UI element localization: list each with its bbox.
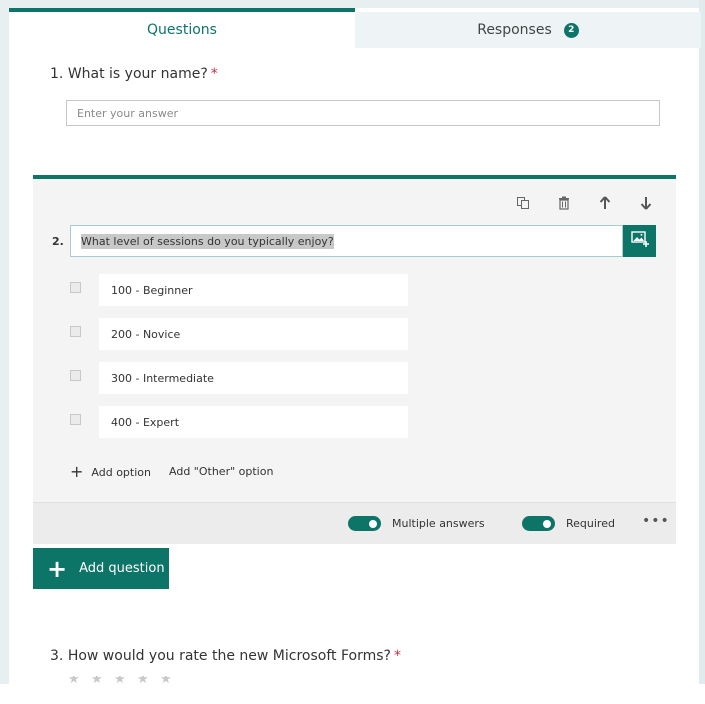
insert-media-button[interactable]	[623, 225, 656, 257]
option-checkbox[interactable]	[70, 414, 81, 425]
tab-responses[interactable]: Responses 2	[355, 12, 701, 48]
question-3-number: 3.	[50, 648, 64, 664]
required-indicator: *	[210, 66, 218, 82]
question-2-title-input[interactable]: What level of sessions do you typically …	[70, 225, 623, 257]
tab-questions[interactable]: Questions	[9, 8, 355, 48]
option-checkbox[interactable]	[70, 370, 81, 381]
question-3-text: How would you rate the new Microsoft For…	[67, 648, 391, 664]
star-icon[interactable]: ★	[91, 676, 104, 684]
plus-icon: +	[47, 554, 68, 583]
toggle-knob	[543, 519, 551, 528]
add-option-button[interactable]: + Add option	[70, 464, 151, 480]
rating-stars: ★ ★ ★ ★ ★	[68, 676, 173, 684]
option-row: 400 - Expert	[70, 406, 410, 438]
toggle-knob	[369, 519, 377, 528]
scrollbar-track[interactable]	[699, 0, 705, 704]
image-add-icon	[630, 231, 649, 251]
question-2-number: 2.	[52, 235, 64, 248]
multiple-answers-label: Multiple answers	[392, 517, 485, 530]
arrow-down-icon[interactable]	[636, 193, 656, 213]
add-question-button[interactable]: + Add question	[33, 548, 169, 589]
add-option-label: Add option	[91, 465, 151, 479]
required-toggle[interactable]	[522, 516, 555, 531]
option-input[interactable]: 400 - Expert	[99, 406, 408, 438]
star-icon[interactable]: ★	[160, 676, 173, 684]
star-icon[interactable]: ★	[114, 676, 127, 684]
add-other-option-button[interactable]: Add "Other" option	[169, 464, 273, 480]
option-row: 300 - Intermediate	[70, 362, 410, 394]
responses-count-badge: 2	[563, 22, 579, 38]
question-1-title[interactable]: 1. What is your name? *	[50, 66, 218, 82]
question-2-title-selected-text: What level of sessions do you typically …	[81, 233, 334, 249]
more-options-icon[interactable]: •••	[642, 513, 670, 529]
question-1-number: 1.	[50, 66, 64, 82]
question-2-footer: Multiple answers Required •••	[33, 502, 676, 544]
option-row: 200 - Novice	[70, 318, 410, 350]
option-input[interactable]: 300 - Intermediate	[99, 362, 408, 394]
option-row: 100 - Beginner	[70, 274, 410, 306]
question-1-text: What is your name?	[67, 66, 208, 82]
question-3-title[interactable]: 3. How would you rate the new Microsoft …	[50, 648, 401, 664]
trash-icon[interactable]	[554, 193, 574, 213]
page-bottom	[0, 684, 705, 704]
required-label: Required	[566, 517, 615, 530]
add-question-label: Add question	[79, 561, 165, 576]
option-checkbox[interactable]	[70, 282, 81, 293]
question-2-card: 2. What level of sessions do you typical…	[33, 175, 676, 544]
tab-questions-label: Questions	[147, 22, 217, 38]
star-icon[interactable]: ★	[68, 676, 81, 684]
tab-responses-label: Responses	[477, 22, 552, 38]
arrow-up-icon[interactable]	[595, 193, 615, 213]
plus-icon: +	[70, 462, 84, 481]
question-1-answer-input[interactable]	[66, 100, 660, 126]
option-checkbox[interactable]	[70, 326, 81, 337]
required-indicator: *	[393, 648, 401, 664]
multiple-answers-toggle[interactable]	[348, 516, 381, 531]
copy-icon[interactable]	[513, 193, 533, 213]
star-icon[interactable]: ★	[137, 676, 150, 684]
option-input[interactable]: 100 - Beginner	[99, 274, 408, 306]
option-input[interactable]: 200 - Novice	[99, 318, 408, 350]
